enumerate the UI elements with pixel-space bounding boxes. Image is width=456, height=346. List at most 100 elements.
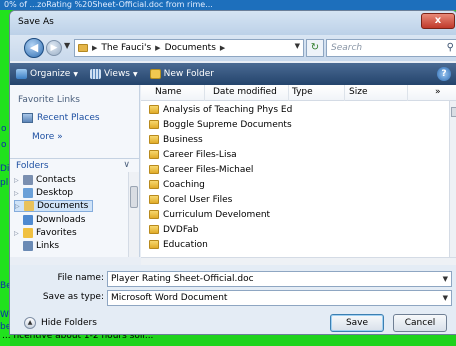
folder-icon <box>149 165 159 174</box>
folder-icon <box>149 225 159 234</box>
navigation-pane: Favorite Links Recent Places More » Fold… <box>10 85 140 257</box>
column-header-row: Name Date modified Type Size » <box>141 85 456 101</box>
organize-button[interactable]: Organize ▼ <box>10 69 84 79</box>
tree-item-downloads[interactable]: Downloads <box>14 214 85 226</box>
address-bar[interactable]: ▶ The Fauci's ▶ Documents ▶ ▼ <box>74 39 304 57</box>
column-divider[interactable] <box>344 85 345 101</box>
address-row: ◀ ▶ ▼ ▶ The Fauci's ▶ Documents ▶ ▼ ↻ Se… <box>10 35 456 61</box>
expand-arrow-icon[interactable]: ▷ <box>14 230 20 237</box>
cancel-button[interactable]: Cancel <box>393 314 447 332</box>
list-item[interactable]: Boggle Supreme Documents <box>149 118 292 131</box>
chevron-down-icon: ▼ <box>133 70 138 78</box>
expand-arrow-icon[interactable]: ▷ <box>14 190 20 197</box>
list-item[interactable]: Coaching <box>149 178 205 191</box>
chevron-down-icon[interactable]: ▼ <box>443 272 448 286</box>
organize-label: Organize <box>30 69 71 79</box>
help-icon[interactable]: ? <box>437 67 451 81</box>
search-placeholder: Search <box>331 43 363 53</box>
history-dropdown[interactable]: ▼ <box>64 41 70 50</box>
list-item[interactable]: Corel User Files <box>149 193 232 206</box>
folder-tree-scrollbar[interactable] <box>128 172 139 257</box>
contacts-icon <box>23 175 33 185</box>
file-name: Corel User Files <box>163 194 233 205</box>
toolbar: Organize ▼ Views ▼ New Folder ? <box>10 63 456 85</box>
new-folder-button[interactable]: New Folder <box>144 69 220 79</box>
back-button[interactable]: ◀ <box>24 38 44 58</box>
list-item[interactable]: Curriculum Develoment <box>149 208 270 221</box>
breadcrumb-separator-icon[interactable]: ▶ <box>92 44 97 52</box>
more-link[interactable]: More » <box>32 132 63 142</box>
breadcrumb-separator-icon[interactable]: ▶ <box>155 44 160 52</box>
column-header-date-modified[interactable]: Date modified <box>213 87 277 97</box>
expand-arrow-icon[interactable]: ▷ <box>14 177 20 184</box>
search-input[interactable]: Search ⚲ <box>326 39 456 57</box>
recent-places-icon <box>22 113 33 123</box>
tree-item-favorites[interactable]: ▷ Favorites <box>14 227 77 239</box>
column-header-name[interactable]: Name <box>155 87 182 97</box>
refresh-button[interactable]: ↻ <box>306 39 324 57</box>
expand-arrow-icon[interactable]: ▷ <box>15 203 21 210</box>
file-list-scrollbar[interactable] <box>449 101 456 257</box>
views-button[interactable]: Views ▼ <box>84 69 144 79</box>
tree-item-contacts[interactable]: ▷ Contacts <box>14 174 76 186</box>
breadcrumb-item[interactable]: The Fauci's <box>101 43 151 53</box>
list-item[interactable]: Career Files-Lisa <box>149 148 237 161</box>
column-header-type[interactable]: Type <box>292 87 313 97</box>
address-dropdown-icon[interactable]: ▼ <box>295 42 300 50</box>
favorite-link-label: Recent Places <box>37 113 100 123</box>
list-item[interactable]: Business <box>149 133 203 146</box>
close-button[interactable]: x <box>421 13 455 29</box>
list-item[interactable]: Analysis of Teaching Phys Ed <box>149 103 292 116</box>
file-list-horizontal-scrollbar[interactable] <box>141 257 456 265</box>
desktop-icon <box>23 188 33 198</box>
more-columns-icon[interactable]: » <box>435 87 441 97</box>
favorite-link-recent-places[interactable]: Recent Places <box>22 113 100 123</box>
search-icon[interactable]: ⚲ <box>447 40 454 56</box>
breadcrumb-item[interactable]: Documents <box>165 43 216 53</box>
background-window-title: 0% of ...zoRating %20Sheet-Official.doc … <box>0 0 456 10</box>
list-item[interactable]: DVDFab <box>149 223 198 236</box>
favorites-icon <box>23 228 33 238</box>
folders-toggle[interactable]: Folders ∨ <box>10 158 139 172</box>
tree-item-label: Links <box>36 241 60 251</box>
column-divider[interactable] <box>407 85 408 101</box>
scrollbar-thumb[interactable] <box>130 186 138 208</box>
scrollbar-thumb[interactable] <box>451 107 456 117</box>
tree-item-label: Desktop <box>36 188 74 198</box>
organize-icon <box>16 69 27 79</box>
tree-item-documents[interactable]: ▷ Documents <box>14 200 94 212</box>
hide-folders-button[interactable]: ▲ Hide Folders <box>24 317 97 329</box>
forward-button[interactable]: ▶ <box>46 40 62 56</box>
hide-folders-label: Hide Folders <box>41 318 97 328</box>
save-as-type-select[interactable]: Microsoft Word Document ▼ <box>107 290 452 306</box>
folder-icon <box>149 135 159 144</box>
chevron-down-icon[interactable]: ▼ <box>443 291 448 305</box>
file-name-field[interactable]: Player Rating Sheet-Official.doc ▼ <box>107 271 452 287</box>
column-header-size[interactable]: Size <box>349 87 367 97</box>
tree-item-desktop[interactable]: ▷ Desktop <box>14 187 73 199</box>
arrow-right-icon: ▶ <box>50 43 58 53</box>
folder-icon <box>149 180 159 189</box>
file-name: Business <box>163 134 203 145</box>
links-icon <box>23 241 33 251</box>
folder-icon <box>149 120 159 129</box>
list-item[interactable]: Career Files-Michael <box>149 163 253 176</box>
downloads-icon <box>23 215 33 225</box>
save-options-panel: File name: Player Rating Sheet-Official.… <box>10 265 456 334</box>
tree-item-label: Downloads <box>36 215 86 225</box>
file-name: Career Files-Michael <box>163 164 254 175</box>
list-item[interactable]: Education <box>149 238 208 251</box>
column-divider[interactable] <box>288 85 289 101</box>
save-button[interactable]: Save <box>330 314 384 332</box>
breadcrumb-separator-icon[interactable]: ▶ <box>220 44 225 52</box>
documents-icon <box>24 201 34 211</box>
column-divider[interactable] <box>204 85 205 101</box>
file-name: Education <box>163 239 208 250</box>
title-bar[interactable]: Save As x <box>10 11 456 35</box>
file-list: Name Date modified Type Size » Analysis … <box>141 85 456 257</box>
tree-item-label: Favorites <box>36 228 77 238</box>
file-name: Career Files-Lisa <box>163 149 237 160</box>
file-name-value: Player Rating Sheet-Official.doc <box>111 274 254 284</box>
file-name: Analysis of Teaching Phys Ed <box>163 104 293 115</box>
tree-item-links[interactable]: Links <box>14 240 59 252</box>
